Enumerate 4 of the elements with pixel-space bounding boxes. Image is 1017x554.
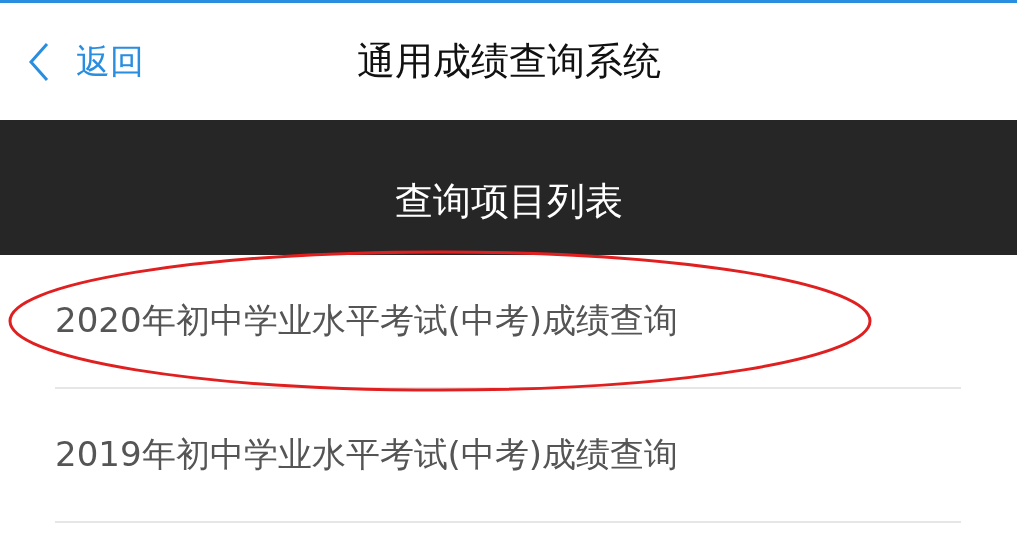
chevron-left-icon <box>28 42 50 82</box>
section-title: 查询项目列表 <box>394 178 623 225</box>
page-title: 通用成绩查询系统 <box>356 38 661 85</box>
list-item[interactable]: 2019年初中学业水平考试(中考)成绩查询 <box>55 432 679 478</box>
